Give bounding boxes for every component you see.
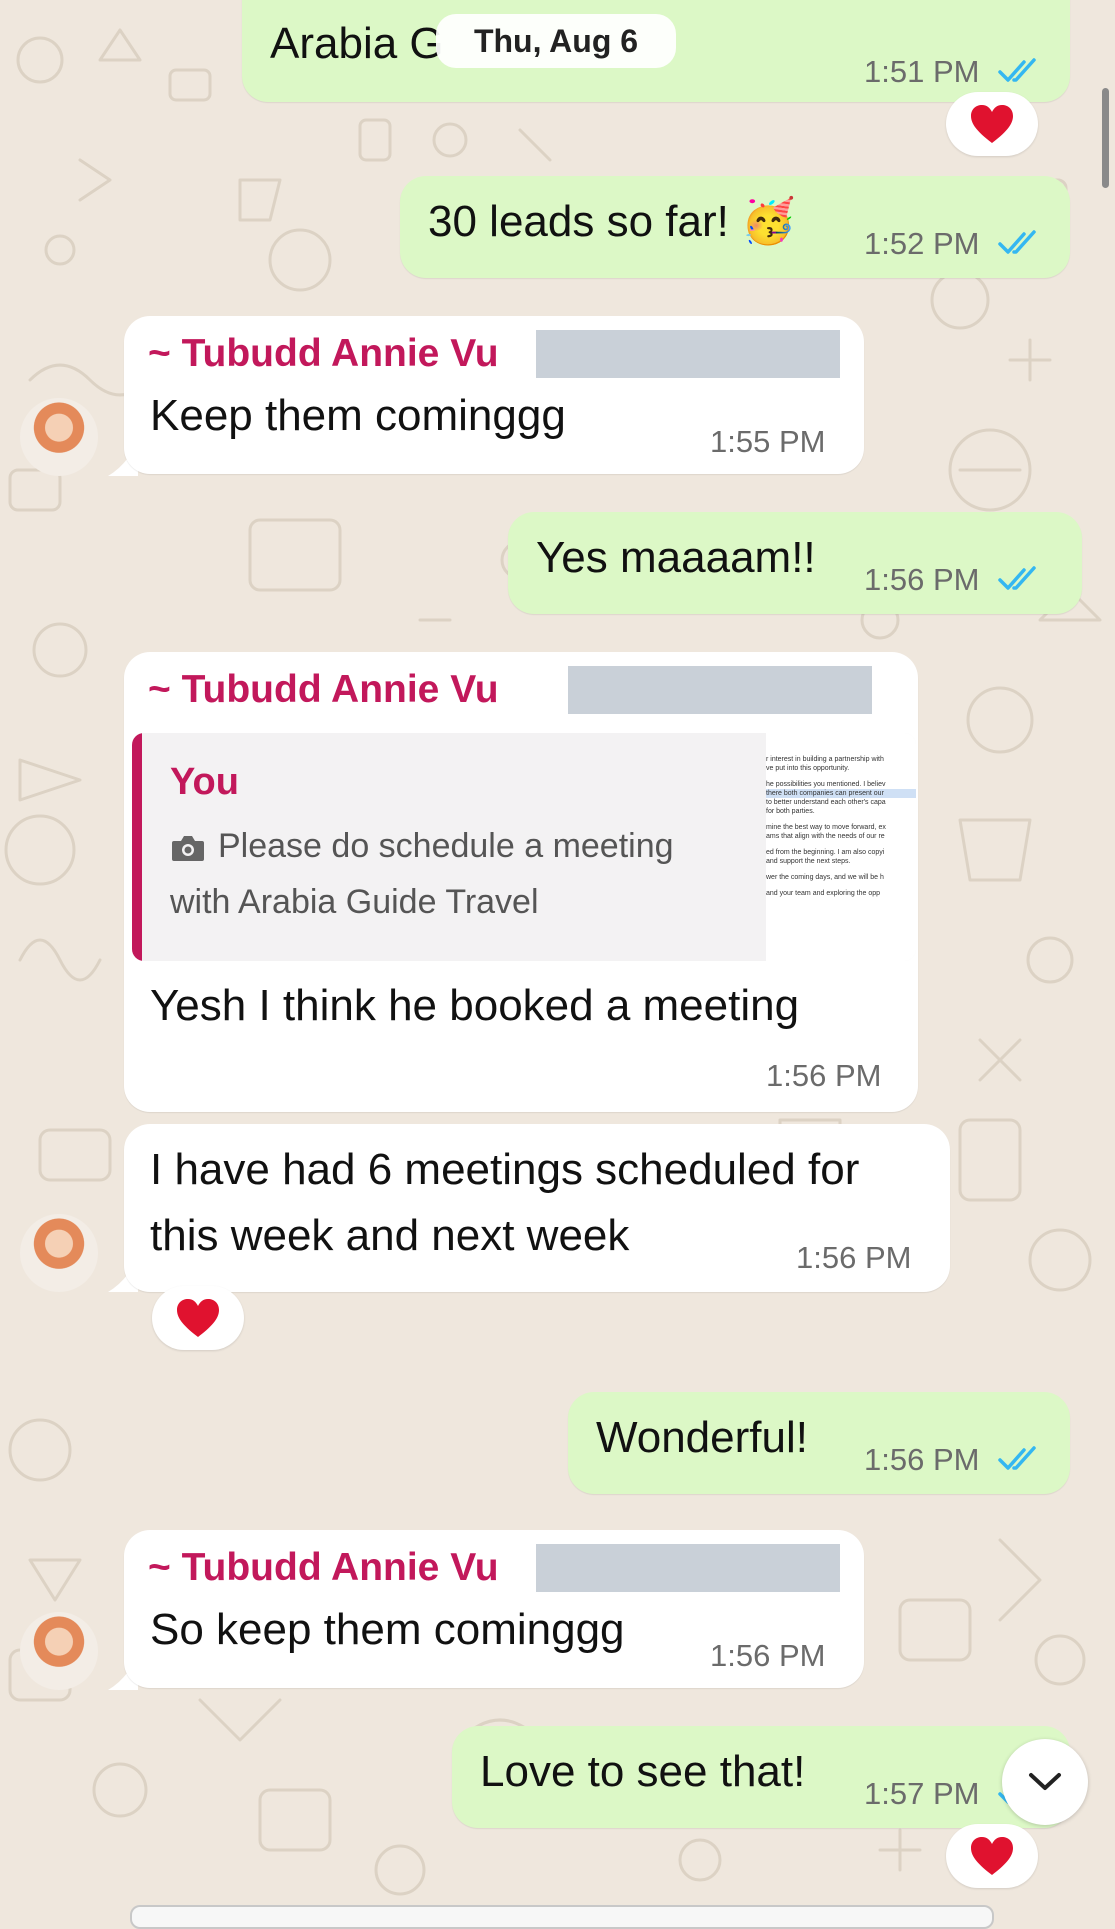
- reaction-badge[interactable]: [946, 1824, 1038, 1888]
- thumb-line: ed from the beginning. I am also copyi: [766, 849, 885, 856]
- thumb-line: ams that align with the needs of our re: [766, 833, 885, 840]
- message-text: Wonderful!: [596, 1413, 808, 1462]
- chevron-down-icon: [1029, 1773, 1061, 1790]
- outgoing-message-bubble[interactable]: Yes maaaam!! 1:56 PM: [508, 512, 1082, 614]
- reaction-badge[interactable]: [946, 92, 1038, 156]
- message-text: So keep them cominggg: [150, 1605, 625, 1654]
- message-time: 1:56 PM: [864, 1442, 980, 1477]
- message-time: 1:55 PM: [710, 424, 826, 459]
- quote-thumbnail: r interest in building a partnership wit…: [766, 733, 916, 961]
- redacted-phone: [536, 330, 840, 378]
- incoming-message-bubble[interactable]: ~ Tubudd Annie Vu So keep them cominggg …: [124, 1530, 864, 1688]
- double-check-icon: [998, 230, 1036, 254]
- quote-sender: You: [170, 761, 239, 803]
- incoming-message-bubble[interactable]: ~ Tubudd Annie Vu Keep them cominggg 1:5…: [124, 316, 864, 474]
- message-text: 30 leads so far! 🥳: [428, 197, 796, 246]
- avatar[interactable]: [20, 398, 98, 476]
- redacted-phone: [536, 1544, 840, 1592]
- message-text: Yesh I think he booked a meeting: [150, 981, 800, 1030]
- avatar[interactable]: [20, 1214, 98, 1292]
- sender-name[interactable]: ~ Tubudd Annie Vu: [148, 1546, 499, 1590]
- heart-icon: [177, 1299, 219, 1337]
- thumb-line: to better understand each other's capa: [766, 799, 886, 806]
- message-time: 1:57 PM: [864, 1776, 980, 1811]
- date-pill: Thu, Aug 6: [436, 14, 676, 68]
- redacted-phone: [568, 666, 872, 714]
- double-check-icon: [998, 1446, 1036, 1470]
- message-time: 1:56 PM: [710, 1638, 826, 1673]
- message-time: 1:51 PM: [864, 54, 980, 89]
- message-input-edge[interactable]: [130, 1905, 994, 1929]
- double-check-icon: [998, 566, 1036, 590]
- reaction-badge[interactable]: [152, 1286, 244, 1350]
- quote-text-line: with Arabia Guide Travel: [170, 883, 539, 921]
- outgoing-message-bubble[interactable]: Wonderful! 1:56 PM: [568, 1392, 1070, 1494]
- thumb-line: and support the next steps.: [766, 858, 851, 865]
- thumb-line: and your team and exploring the opp: [766, 890, 881, 897]
- scroll-to-bottom-button[interactable]: [1002, 1739, 1088, 1825]
- thumb-line: mine the best way to move forward, ex: [766, 824, 886, 831]
- thumb-line: ve put into this opportunity.: [766, 765, 850, 772]
- heart-icon: [971, 105, 1013, 143]
- thumb-line: for both parties.: [766, 808, 815, 815]
- message-time: 1:56 PM: [864, 562, 980, 597]
- message-text: Love to see that!: [480, 1747, 806, 1796]
- thumb-line: there both companies can present our: [766, 789, 916, 798]
- scroll-indicator[interactable]: [1102, 88, 1109, 188]
- outgoing-message-bubble[interactable]: 30 leads so far! 🥳 1:52 PM: [400, 176, 1070, 278]
- incoming-message-bubble[interactable]: I have had 6 meetings scheduled for this…: [124, 1124, 950, 1292]
- sender-name[interactable]: ~ Tubudd Annie Vu: [148, 332, 499, 376]
- sender-name[interactable]: ~ Tubudd Annie Vu: [148, 668, 499, 712]
- thumb-line: wer the coming days, and we will be h: [766, 874, 884, 881]
- quote-text-line: Please do schedule a meeting: [218, 827, 674, 865]
- message-text: Keep them cominggg: [150, 391, 566, 440]
- quoted-reply[interactable]: You Please do schedule a meeting with Ar…: [132, 733, 916, 961]
- avatar[interactable]: [20, 1612, 98, 1690]
- message-text: I have had 6 meetings scheduled for: [150, 1145, 860, 1194]
- camera-icon: [172, 836, 204, 861]
- message-time: 1:56 PM: [796, 1240, 912, 1275]
- message-text: Arabia G: [270, 19, 444, 68]
- message-text: this week and next week: [150, 1211, 630, 1260]
- heart-icon: [971, 1837, 1013, 1875]
- outgoing-message-bubble[interactable]: Love to see that! 1:57 PM: [452, 1726, 1070, 1828]
- message-text: Yes maaaam!!: [536, 533, 816, 582]
- double-check-icon: [998, 58, 1036, 82]
- quote-accent-bar: [132, 733, 142, 961]
- message-time: 1:56 PM: [766, 1058, 882, 1093]
- message-time: 1:52 PM: [864, 226, 980, 261]
- thumb-line: he possibilities you mentioned. I believ: [766, 781, 886, 788]
- thumb-line: r interest in building a partnership wit…: [766, 756, 884, 763]
